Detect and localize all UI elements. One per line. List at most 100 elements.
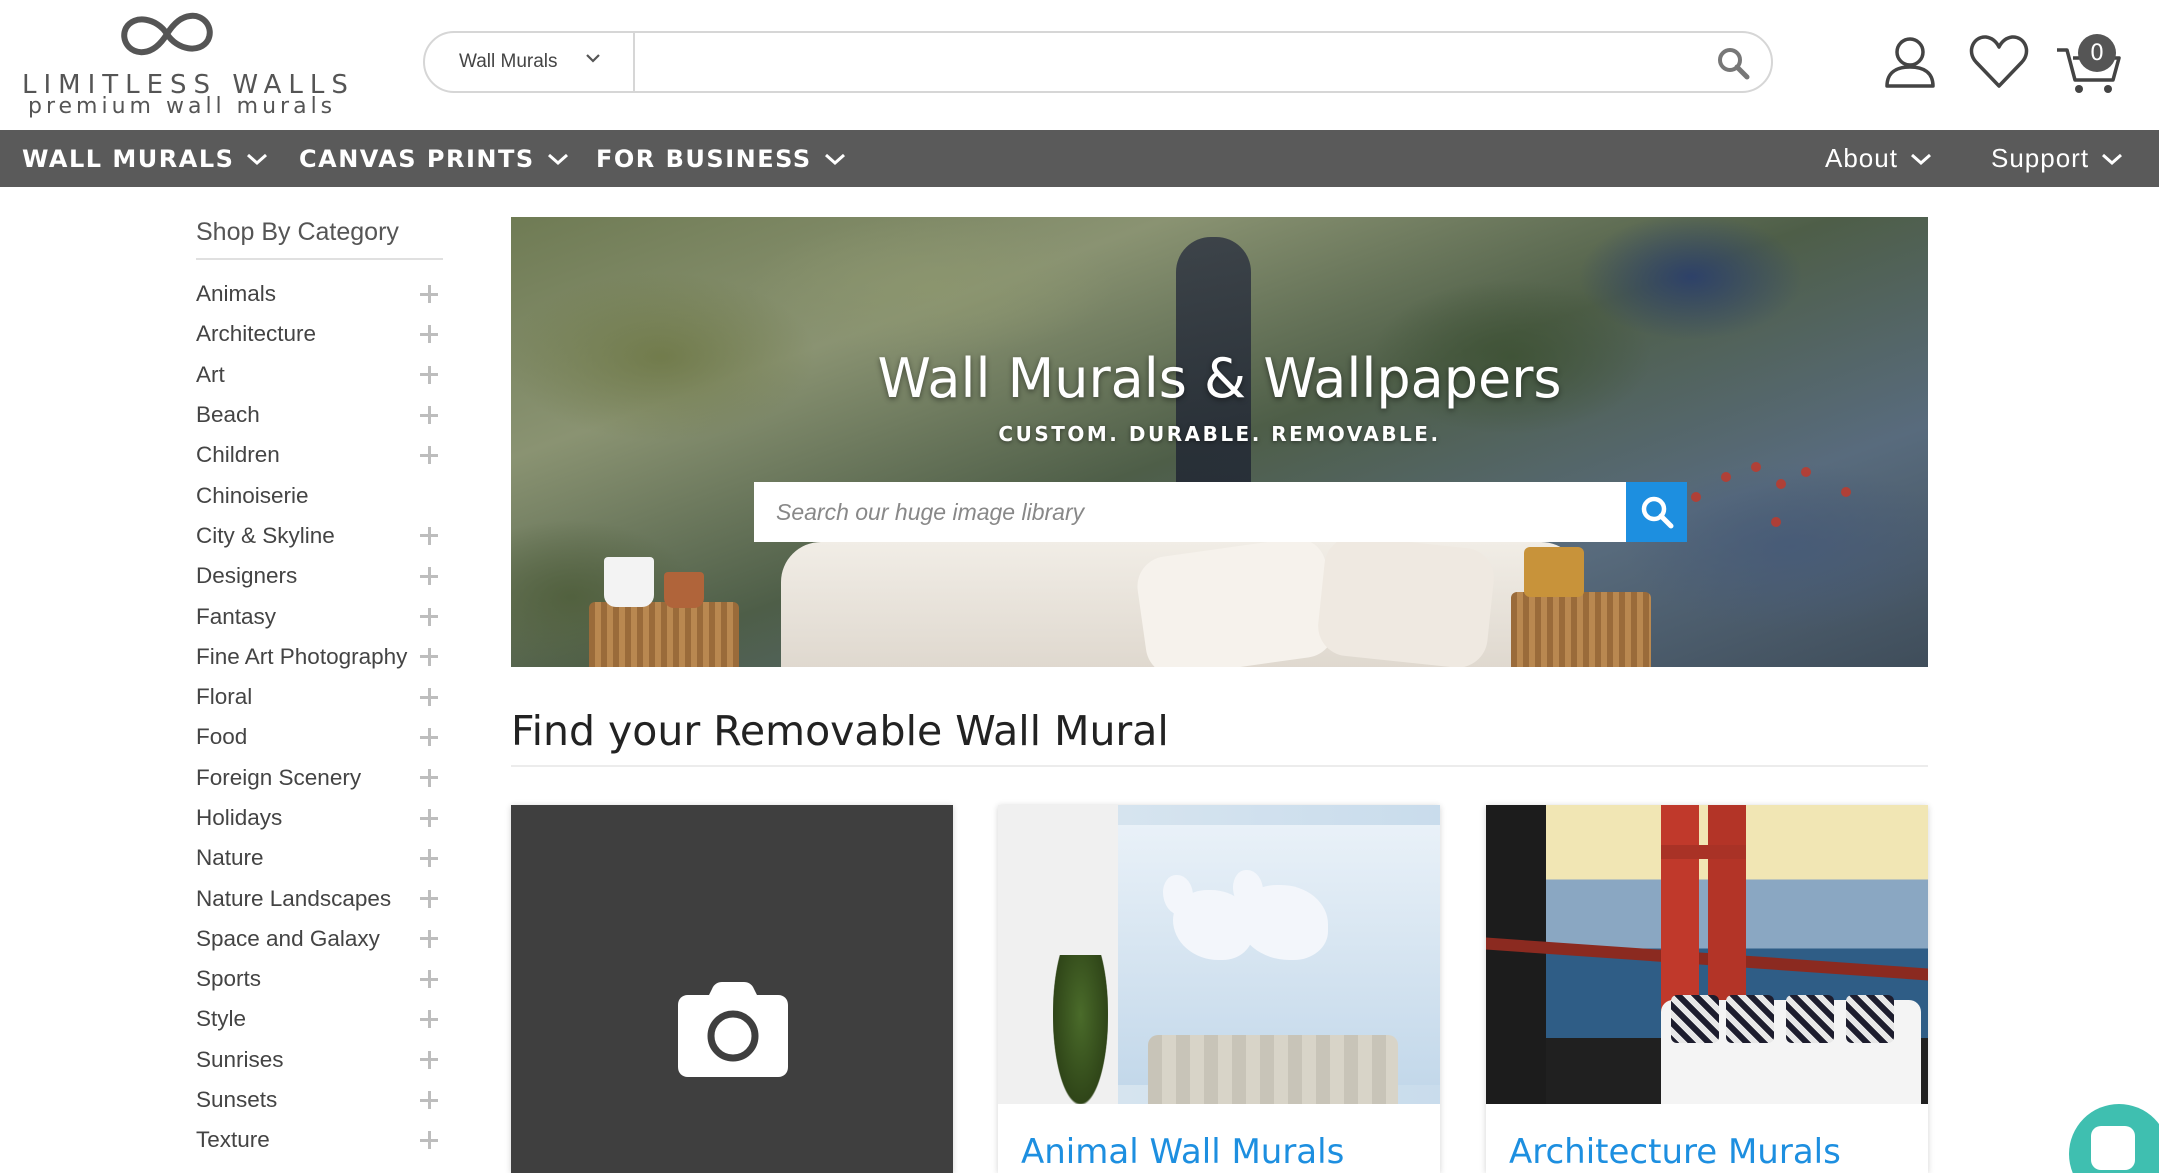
sidebar-item-label: Sunsets [196,1087,278,1113]
category-card-architecture[interactable]: Architecture Murals [1486,805,1928,1173]
hero-title: Wall Murals & Wallpapers [877,347,1562,410]
hero-pot [604,557,654,607]
card-caption[interactable]: Animal Wall Murals [1021,1132,1344,1172]
plus-icon[interactable] [420,1010,438,1029]
infinity-logo-icon [121,12,213,56]
sidebar-item-fantasy[interactable]: Fantasy [196,596,443,636]
category-sidebar: Shop By Category Animals Architecture Art B… [196,210,443,1161]
sidebar-item-label: Nature [196,845,264,871]
sidebar-item-label: Style [196,1006,247,1032]
sidebar-item-label: Art [196,361,225,387]
sidebar-item-holidays[interactable]: Holidays [196,798,443,838]
sidebar-item-label: Children [196,442,280,468]
sidebar-item-floral[interactable]: Floral [196,677,443,717]
plus-icon[interactable] [420,365,438,384]
sidebar-item-label: Texture [196,1127,270,1153]
nav-for-business[interactable]: FOR BUSINESS [596,130,846,187]
sidebar-item-label: Animals [196,281,277,307]
nav-canvas-prints[interactable]: CANVAS PRINTS [299,130,569,187]
header-search-input[interactable] [637,37,1677,87]
hero-pot [664,572,704,608]
sidebar-item-label: Nature Landscapes [196,885,392,911]
plus-icon[interactable] [420,446,438,465]
header-search-button[interactable] [1715,45,1751,81]
plus-icon[interactable] [420,970,438,989]
sidebar-item-sunrises[interactable]: Sunrises [196,1040,443,1080]
plus-icon[interactable] [420,768,438,787]
nav-label: WALL MURALS [22,144,235,173]
sidebar-item-architecture[interactable]: Architecture [196,314,443,354]
plus-icon[interactable] [420,809,438,827]
nav-label: FOR BUSINESS [596,144,812,173]
sidebar-item-sports[interactable]: Sports [196,959,443,999]
heart-icon[interactable] [1968,34,2030,90]
search-category-label: Wall Murals [459,51,558,72]
plus-icon[interactable] [420,849,438,868]
plus-icon[interactable] [420,1091,438,1110]
sidebar-item-designers[interactable]: Designers [196,556,443,596]
plus-icon[interactable] [420,607,438,626]
chevron-down-icon [1910,153,1931,165]
plus-icon[interactable] [420,526,438,545]
plus-icon[interactable] [420,1050,438,1069]
search-category-select[interactable]: Wall Murals [425,33,635,91]
plus-icon[interactable] [420,929,438,948]
account-icon[interactable] [1882,34,1938,90]
sidebar-item-art[interactable]: Art [196,355,443,395]
plus-icon[interactable] [420,647,438,666]
sidebar-item-fine-art-photography[interactable]: Fine Art Photography [196,637,443,677]
category-card-upload[interactable] [511,805,953,1173]
chat-launcher[interactable] [2069,1104,2159,1173]
category-list: Animals Architecture Art Beach Children Chino… [196,274,443,1161]
plus-icon[interactable] [420,406,438,425]
plus-icon[interactable] [420,688,438,707]
chevron-down-icon [247,153,268,165]
plus-icon[interactable] [420,285,438,304]
nav-label: Support [1991,143,2090,173]
card-caption[interactable]: Architecture Murals [1509,1132,1841,1172]
hero-pillow [1315,533,1497,667]
header-search: Wall Murals [423,31,1773,93]
sidebar-item-beach[interactable]: Beach [196,395,443,435]
section-title: Find your Removable Wall Mural [511,707,1928,767]
nav-label: About [1825,143,1898,173]
sidebar-item-food[interactable]: Food [196,717,443,757]
sidebar-item-sunsets[interactable]: Sunsets [196,1080,443,1120]
sidebar-item-label: Food [196,724,248,750]
card-image [998,805,1440,1104]
nav-support[interactable]: Support [1991,130,2123,187]
logo[interactable]: LIMITLESS WALLS premium wall murals [22,6,348,119]
chevron-down-icon [547,153,568,165]
category-card-animals[interactable]: Animal Wall Murals [998,805,1440,1173]
hero-pot [1524,547,1584,597]
sidebar-item-texture[interactable]: Texture [196,1120,443,1160]
chevron-down-icon [2102,153,2123,165]
nav-about[interactable]: About [1825,130,1932,187]
cart-count-badge: 0 [2078,34,2116,72]
sidebar-item-space-and-galaxy[interactable]: Space and Galaxy [196,919,443,959]
plus-icon[interactable] [420,1131,438,1150]
sidebar-item-children[interactable]: Children [196,435,443,475]
hero-search-input[interactable] [754,482,1626,542]
chevron-down-icon [586,54,600,63]
sidebar-item-animals[interactable]: Animals [196,274,443,314]
sidebar-item-nature-landscapes[interactable]: Nature Landscapes [196,878,443,918]
plus-icon[interactable] [420,567,438,586]
plus-icon[interactable] [420,325,438,344]
plus-icon[interactable] [420,889,438,908]
sidebar-item-label: Designers [196,563,298,589]
site-header: LIMITLESS WALLS premium wall murals Wall… [0,0,2159,130]
sidebar-item-label: City & Skyline [196,522,335,548]
sidebar-item-city-skyline[interactable]: City & Skyline [196,516,443,556]
chat-icon [2091,1126,2135,1170]
nav-wall-murals[interactable]: WALL MURALS [22,130,268,187]
sidebar-item-style[interactable]: Style [196,999,443,1039]
sidebar-item-label: Beach [196,402,260,428]
hero-search-button[interactable] [1626,482,1687,542]
camera-icon [678,982,788,1077]
sidebar-item-nature[interactable]: Nature [196,838,443,878]
sidebar-item-chinoiserie[interactable]: Chinoiserie [196,475,443,515]
sidebar-item-label: Architecture [196,321,317,347]
sidebar-item-foreign-scenery[interactable]: Foreign Scenery [196,758,443,798]
plus-icon[interactable] [420,728,438,747]
